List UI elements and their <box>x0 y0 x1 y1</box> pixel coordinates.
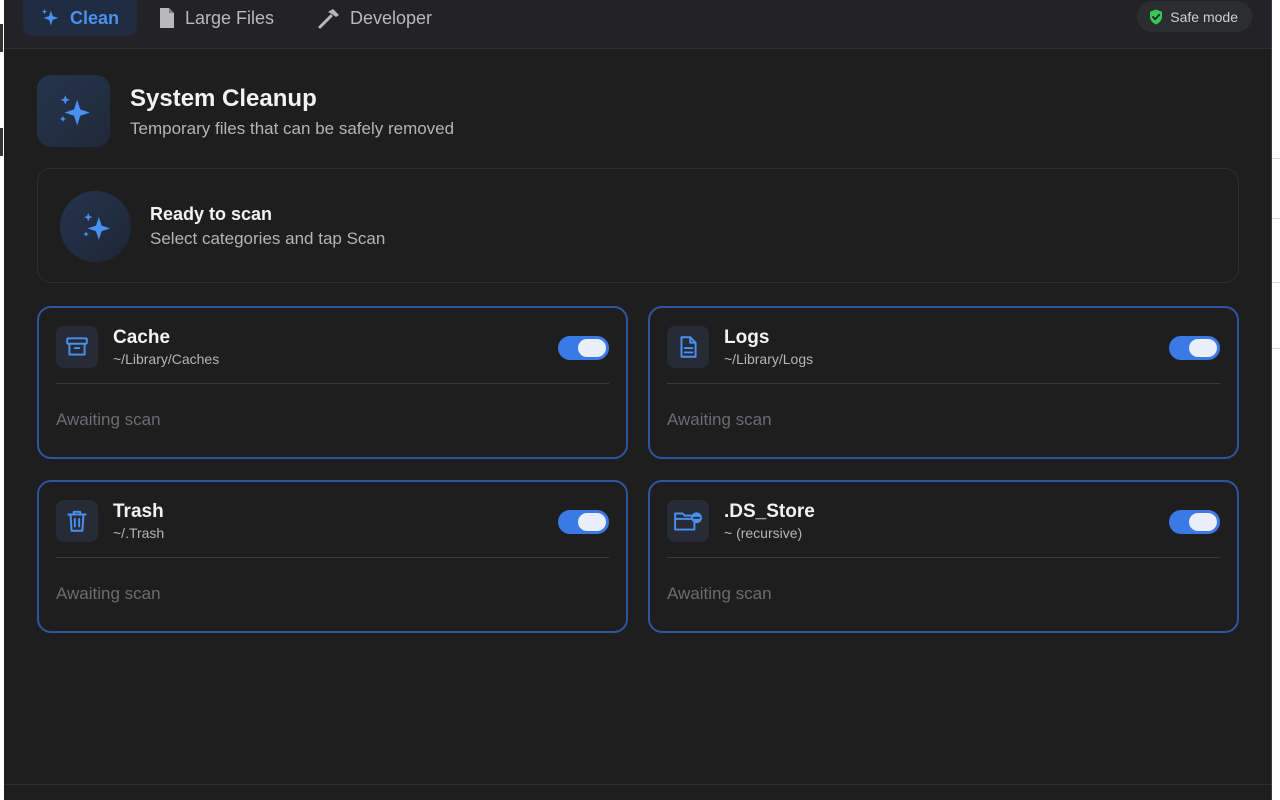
category-path: ~/.Trash <box>113 525 165 541</box>
document-text-icon <box>680 336 697 358</box>
page-subtitle: Temporary files that can be safely remov… <box>130 119 455 138</box>
category-card-cache[interactable]: Cache ~/Library/Caches Awaiting scan <box>37 306 628 459</box>
background-window-edge <box>0 24 3 52</box>
tab-developer[interactable]: Developer <box>301 0 448 36</box>
category-toggle-ds-store[interactable] <box>1169 510 1220 534</box>
tab-label: Clean <box>70 7 120 28</box>
hammer-icon <box>318 9 339 29</box>
category-card-trash[interactable]: Trash ~/.Trash Awaiting scan <box>37 480 628 633</box>
scan-status-card: Ready to scan Select categories and tap … <box>37 168 1239 283</box>
status-title: Ready to scan <box>150 204 273 224</box>
background-divider <box>1272 158 1280 159</box>
tab-clean[interactable]: Clean <box>23 0 137 36</box>
category-status: Awaiting scan <box>667 584 772 603</box>
divider <box>667 557 1220 558</box>
category-card-logs[interactable]: Logs ~/Library/Logs Awaiting scan <box>648 306 1239 459</box>
category-icon-tile <box>667 326 709 368</box>
status-orb <box>60 191 131 262</box>
category-toggle-trash[interactable] <box>558 510 609 534</box>
background-divider <box>1272 348 1280 349</box>
document-icon <box>160 8 174 28</box>
folder-minus-icon <box>674 512 702 531</box>
divider <box>56 383 609 384</box>
tab-label: Large Files <box>185 7 275 28</box>
page-title: System Cleanup <box>130 85 317 112</box>
category-icon-tile <box>56 326 98 368</box>
sparkles-icon <box>59 95 90 126</box>
background-divider <box>1272 282 1280 283</box>
toggle-knob <box>1189 513 1217 531</box>
sparkles-icon <box>82 212 110 240</box>
category-path: ~/Library/Caches <box>113 351 220 367</box>
divider <box>667 383 1220 384</box>
category-status: Awaiting scan <box>667 410 772 429</box>
category-name: Cache <box>113 327 171 348</box>
status-subtitle: Select categories and tap Scan <box>150 229 386 248</box>
category-icon-tile <box>56 500 98 542</box>
category-toggle-cache[interactable] <box>558 336 609 360</box>
background-window-edge <box>0 128 3 156</box>
category-name: Logs <box>724 327 770 348</box>
category-toggle-logs[interactable] <box>1169 336 1220 360</box>
trash-icon <box>67 510 87 532</box>
category-path: ~ (recursive) <box>724 525 803 541</box>
category-path: ~/Library/Logs <box>724 351 814 367</box>
toggle-knob <box>578 513 606 531</box>
category-icon-tile <box>667 500 709 542</box>
category-name: .DS_Store <box>724 501 815 522</box>
tab-label: Developer <box>350 7 433 28</box>
archive-box-icon <box>66 337 88 356</box>
toggle-knob <box>1189 339 1217 357</box>
app-window: Clean Large Files Developer Safe mode Sy… <box>4 0 1272 800</box>
tab-large-files[interactable]: Large Files <box>142 0 290 36</box>
safe-mode-label: Safe mode <box>1170 8 1238 25</box>
category-name: Trash <box>113 501 164 522</box>
shield-check-icon <box>1150 9 1163 24</box>
category-status: Awaiting scan <box>56 584 161 603</box>
sparkles-icon <box>41 8 59 26</box>
toggle-knob <box>578 339 606 357</box>
tab-bar: Clean Large Files Developer Safe mode <box>4 0 1271 49</box>
background-divider <box>1272 218 1280 219</box>
safe-mode-badge: Safe mode <box>1137 1 1252 32</box>
bottom-divider <box>4 784 1271 785</box>
hero-icon-tile <box>37 75 110 147</box>
category-status: Awaiting scan <box>56 410 161 429</box>
divider <box>56 557 609 558</box>
category-card-ds-store[interactable]: .DS_Store ~ (recursive) Awaiting scan <box>648 480 1239 633</box>
